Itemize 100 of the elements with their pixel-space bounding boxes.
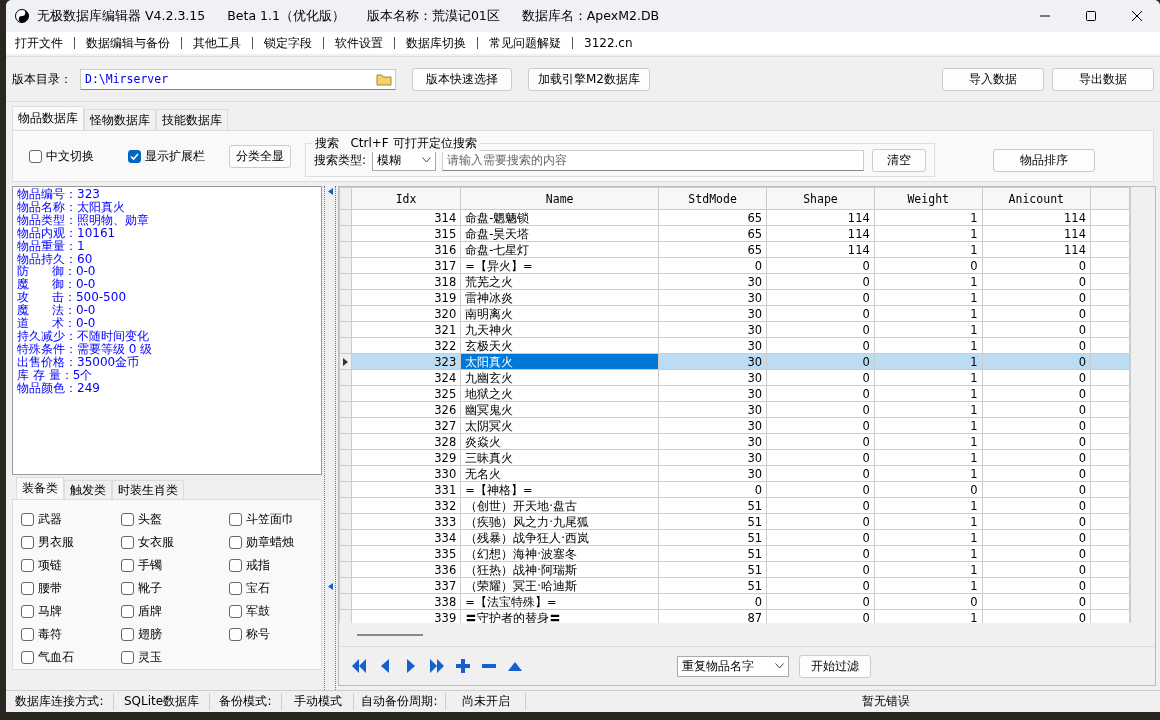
checkbox[interactable] — [121, 628, 134, 641]
checkbox-label: 翅膀 — [138, 626, 162, 643]
clear-button[interactable]: 清空 — [871, 148, 926, 172]
checkbox-label: 勋章蜡烛 — [246, 534, 294, 551]
database-tab[interactable]: 技能数据库 — [156, 109, 228, 130]
checkbox[interactable] — [21, 536, 34, 549]
menu-item[interactable]: 常见问题解疑 — [484, 37, 573, 49]
filter-button[interactable]: 开始过滤 — [799, 654, 871, 678]
category-tab[interactable]: 触发类 — [64, 480, 112, 499]
menu-item[interactable]: 其他工具 — [188, 37, 253, 49]
info-line: 物品重量：1 — [17, 239, 86, 253]
search-legend: 搜索 Ctrl+F 可打开定位搜索 — [312, 135, 480, 152]
checkbox-label: 盾牌 — [138, 603, 162, 620]
status-text: 尚未开启 — [446, 693, 526, 710]
minimize-icon — [1040, 15, 1050, 17]
directory-field[interactable]: D:\Mirserver — [80, 68, 396, 90]
category-tab[interactable]: 装备类 — [16, 477, 64, 499]
checkbox[interactable] — [229, 605, 242, 618]
chevron-down-icon — [422, 157, 432, 163]
checkbox[interactable] — [128, 149, 141, 163]
toolbar-button[interactable]: 版本快速选择 — [412, 67, 512, 91]
maximize-icon — [1086, 11, 1096, 21]
checkbox[interactable] — [121, 605, 134, 618]
info-line: 魔 御：0-0 — [17, 278, 97, 292]
checkbox[interactable] — [29, 149, 42, 163]
checkbox[interactable] — [121, 582, 134, 595]
toolbar-button[interactable]: 加载引擎M2数据库 — [528, 67, 650, 91]
checkbox[interactable] — [21, 651, 34, 664]
minus-icon — [482, 664, 496, 669]
checkbox[interactable] — [229, 559, 242, 572]
checkbox-label: 头盔 — [138, 511, 162, 528]
status-text: SQLite数据库 — [114, 693, 210, 710]
toolbar-button[interactable]: 导出数据 — [1052, 67, 1154, 91]
checkbox[interactable] — [229, 536, 242, 549]
search-field[interactable]: 请输入需要搜索的内容 — [442, 149, 864, 171]
close-icon — [1132, 11, 1142, 21]
directory-label: 版本目录： — [12, 70, 72, 88]
status-text: 自动备份周期: — [354, 693, 446, 710]
folder-icon — [376, 72, 392, 86]
menu-item[interactable]: 数据编辑与备份 — [81, 37, 182, 49]
column-header[interactable]: Shape — [766, 187, 875, 210]
info-line: 特殊条件：需要等级 0 级 — [17, 342, 154, 356]
column-header[interactable]: Weight — [874, 187, 983, 210]
previous-icon — [381, 659, 389, 674]
checkbox[interactable] — [121, 651, 134, 664]
checkbox[interactable] — [21, 605, 34, 618]
info-line: 魔 法：0-0 — [17, 304, 97, 318]
checkbox-label: 戒指 — [246, 557, 270, 574]
menu-item[interactable]: 打开文件 — [10, 37, 75, 49]
checkbox-label: 军鼓 — [246, 603, 270, 620]
status-text: 数据库连接方式: — [6, 693, 114, 710]
info-line: 物品名称：太阳真火 — [17, 200, 126, 214]
plus-icon — [456, 659, 470, 674]
checkbox[interactable] — [21, 628, 34, 641]
menu-item[interactable]: 数据库切换 — [401, 37, 478, 49]
checkbox-label: 斗笠面巾 — [246, 511, 294, 528]
scrollbar-thumb[interactable] — [357, 633, 423, 636]
column-header[interactable]: Idx — [351, 187, 461, 210]
checkbox-label: 显示扩展栏 — [145, 147, 205, 165]
triangle-up-icon — [508, 661, 522, 671]
next-icon — [407, 659, 415, 674]
info-line: 物品颜色：249 — [17, 381, 101, 395]
status-text: 备份模式: — [210, 693, 282, 710]
checkbox-label: 毒符 — [38, 626, 62, 643]
sort-button[interactable]: 物品排序 — [993, 148, 1095, 172]
filter-select[interactable]: 重复物品名字 — [677, 655, 789, 677]
database-tab[interactable]: 物品数据库 — [12, 106, 84, 130]
checkbox[interactable] — [21, 559, 34, 572]
show-all-button[interactable]: 分类全显 — [229, 144, 291, 168]
checkbox[interactable] — [21, 513, 34, 526]
column-header[interactable]: Name — [460, 187, 659, 210]
checkbox[interactable] — [229, 582, 242, 595]
row-pointer-icon — [343, 357, 348, 366]
checkbox[interactable] — [21, 582, 34, 595]
checkbox-label: 宝石 — [246, 580, 270, 597]
checkbox[interactable] — [229, 628, 242, 641]
info-line: 防 御：0-0 — [17, 265, 97, 279]
checkbox-label: 气血石 — [38, 649, 74, 666]
toolbar-button[interactable]: 导入数据 — [942, 67, 1044, 91]
first-icon — [352, 659, 366, 674]
checkbox-label: 武器 — [38, 511, 62, 528]
last-icon — [430, 659, 444, 674]
database-tab[interactable]: 怪物数据库 — [84, 109, 156, 130]
checkbox[interactable] — [121, 536, 134, 549]
checkbox[interactable] — [121, 559, 134, 572]
status-message: 暂无错误 — [862, 693, 910, 710]
column-header[interactable]: Anicount — [982, 187, 1091, 210]
menu-item[interactable]: 3122.cn — [579, 37, 644, 49]
checkbox-label: 灵玉 — [138, 649, 162, 666]
info-line: 物品持久：60 — [17, 252, 94, 266]
menu-item[interactable]: 软件设置 — [330, 37, 395, 49]
menu-item[interactable]: 锁定字段 — [259, 37, 324, 49]
checkbox[interactable] — [121, 513, 134, 526]
info-line: 物品类型：照明物、勋章 — [17, 213, 150, 227]
checkbox-label: 男衣服 — [38, 534, 74, 551]
checkbox[interactable] — [229, 513, 242, 526]
checkbox-label: 项链 — [38, 557, 62, 574]
category-tab[interactable]: 时装生肖类 — [112, 480, 184, 499]
column-header[interactable]: StdMode — [658, 187, 767, 210]
checkbox-label: 靴子 — [138, 580, 162, 597]
